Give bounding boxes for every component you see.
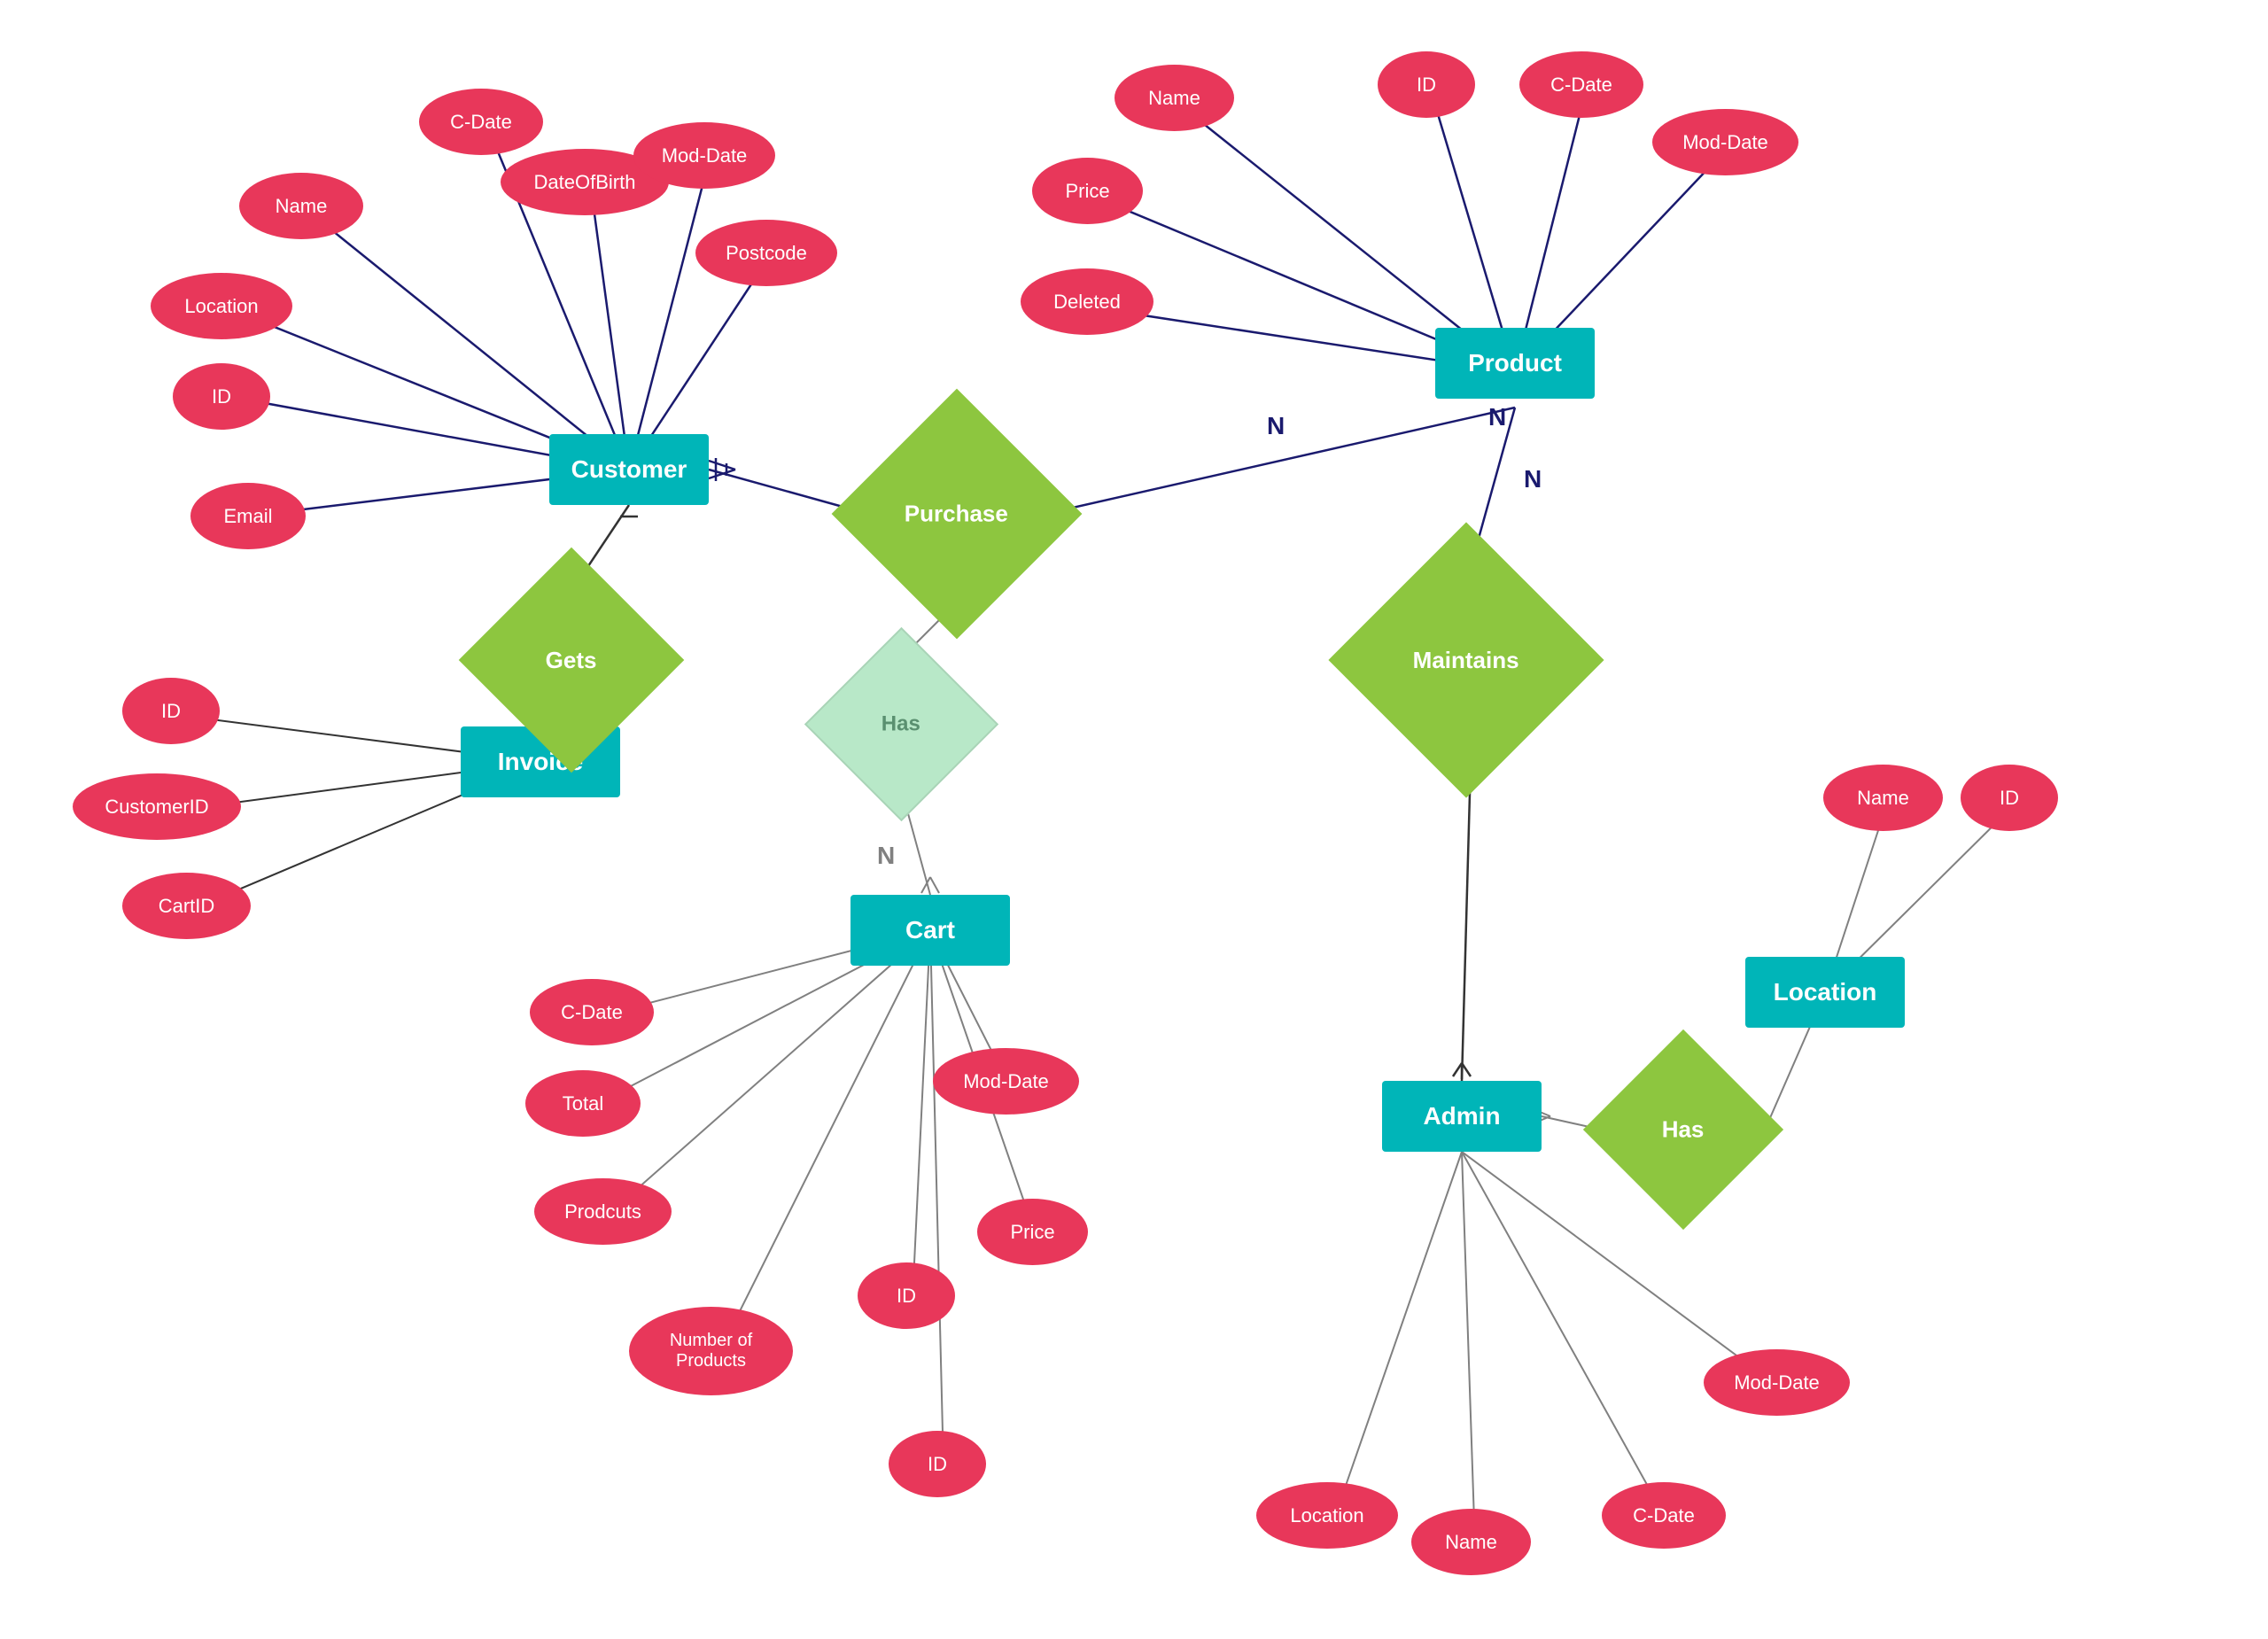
attr-prod-moddate: Mod-Date <box>1652 109 1798 175</box>
attr-cart-id: ID <box>858 1262 955 1329</box>
attr-prod-cdate: C-Date <box>1519 51 1643 118</box>
attr-inv-custid: CustomerID <box>73 773 241 840</box>
attr-cart-cdate: C-Date <box>530 979 654 1045</box>
attr-admin-moddate: Mod-Date <box>1704 1349 1850 1416</box>
attr-cart-price: Price <box>977 1199 1088 1265</box>
attr-loc-id: ID <box>1961 765 2058 831</box>
attr-admin-name: Name <box>1411 1509 1531 1575</box>
attr-cart-sub-id: ID <box>889 1431 986 1497</box>
attr-cart-products: Prodcuts <box>534 1178 672 1245</box>
svg-text:N: N <box>1267 412 1285 439</box>
attr-prod-price: Price <box>1032 158 1143 224</box>
entity-admin: Admin <box>1382 1081 1542 1152</box>
entity-product: Product <box>1435 328 1595 399</box>
attr-cust-name: Name <box>239 173 363 239</box>
attr-inv-id: ID <box>122 678 220 744</box>
svg-text:N: N <box>877 842 895 869</box>
attr-cust-cdate: C-Date <box>419 89 543 155</box>
attr-cust-id: ID <box>173 363 270 430</box>
attr-inv-cartid: CartID <box>122 873 251 939</box>
entity-cart: Cart <box>850 895 1010 966</box>
svg-text:N: N <box>1488 403 1506 431</box>
attr-prod-deleted: Deleted <box>1021 268 1153 335</box>
attr-cart-numproducts: Number of Products <box>629 1307 793 1395</box>
attr-cart-moddate: Mod-Date <box>933 1048 1079 1115</box>
svg-text:N: N <box>1524 465 1542 493</box>
attr-prod-id: ID <box>1378 51 1475 118</box>
attr-cart-total: Total <box>525 1070 641 1137</box>
attr-cust-moddate: Mod-Date <box>633 122 775 189</box>
attr-cust-postcode: Postcode <box>695 220 837 286</box>
attr-admin-location: Location <box>1256 1482 1398 1549</box>
attr-cust-email: Email <box>190 483 306 549</box>
attr-prod-name: Name <box>1115 65 1234 131</box>
entity-customer: Customer <box>549 434 709 505</box>
attr-cust-location: Location <box>151 273 292 339</box>
entity-location: Location <box>1745 957 1905 1028</box>
attr-loc-name: Name <box>1823 765 1943 831</box>
attr-admin-cdate: C-Date <box>1602 1482 1726 1549</box>
